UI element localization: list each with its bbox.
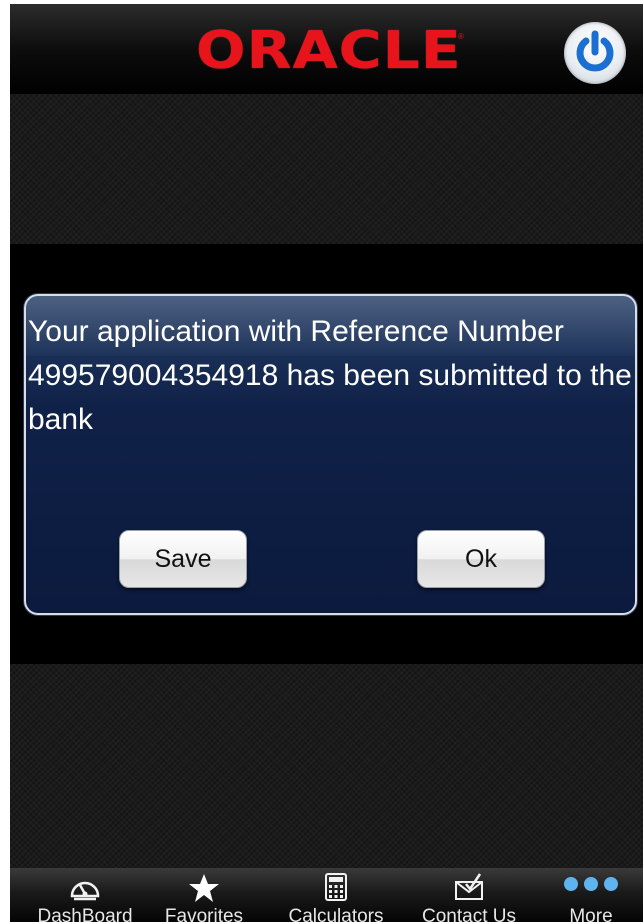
tab-contact-us-label: Contact Us: [422, 906, 516, 922]
ok-button[interactable]: Ok: [417, 530, 545, 588]
tab-calculators-label: Calculators: [288, 906, 384, 922]
power-button[interactable]: [564, 22, 626, 84]
tab-more[interactable]: More: [546, 868, 636, 922]
app-header: ORACLE ®: [10, 4, 643, 94]
tab-contact-us[interactable]: Contact Us: [402, 868, 536, 922]
power-icon: [576, 30, 614, 72]
tab-dashboard[interactable]: DashBoard: [10, 868, 160, 922]
more-dots-icon: [564, 877, 618, 891]
tab-more-label: More: [569, 906, 613, 922]
tab-favorites[interactable]: Favorites: [140, 868, 268, 922]
bottom-tab-bar: DashBoard Favorites Calculators Contact …: [10, 868, 643, 922]
star-icon: [189, 874, 219, 902]
logo-registered-mark: ®: [458, 32, 464, 41]
dashboard-gauge-icon: [70, 881, 100, 901]
calculator-icon: [325, 873, 347, 901]
tab-dashboard-label: DashBoard: [37, 906, 133, 922]
save-button[interactable]: Save: [119, 530, 247, 588]
app-screen: ORACLE ® Your application with Reference…: [10, 4, 643, 922]
oracle-logo: ORACLE: [196, 21, 462, 81]
tab-calculators[interactable]: Calculators: [272, 868, 400, 922]
tab-favorites-label: Favorites: [164, 906, 244, 922]
dialog-message: Your application with Reference Number 4…: [28, 315, 632, 436]
confirmation-dialog: Your application with Reference Number 4…: [24, 294, 637, 615]
envelope-icon: [455, 873, 483, 900]
